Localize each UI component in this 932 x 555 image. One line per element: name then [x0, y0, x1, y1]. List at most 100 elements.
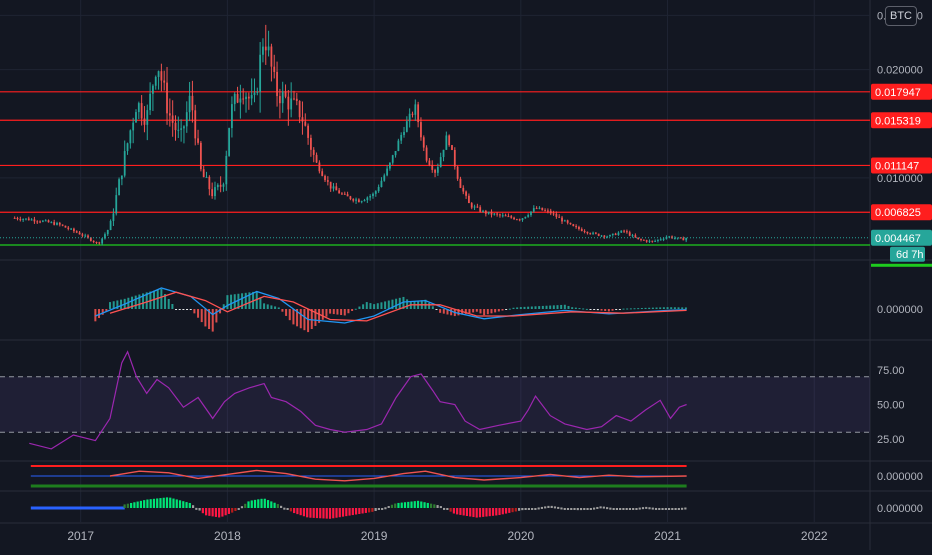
price-tick-label: 0.020000	[877, 65, 923, 77]
candle-body	[295, 98, 298, 101]
level-price-label: 0.006825	[875, 207, 921, 219]
candle-body	[239, 98, 242, 103]
candle-body	[214, 187, 216, 197]
candle-body	[487, 211, 490, 214]
macd-histogram-bar	[134, 295, 137, 309]
candle-body	[250, 95, 253, 99]
momentum-bar	[426, 502, 429, 508]
candle-body	[555, 213, 558, 217]
macd-histogram-bar	[637, 308, 640, 310]
macd-histogram-bar	[406, 299, 409, 309]
candle-body	[222, 184, 225, 187]
candle-body	[394, 151, 397, 156]
macd-histogram-bar	[332, 309, 335, 315]
candle-body	[44, 220, 47, 222]
candle-body	[205, 176, 208, 178]
candle-body	[19, 219, 22, 221]
candle-body	[191, 95, 194, 111]
macd-histogram-bar	[607, 309, 610, 312]
last-price-label: 0.004467	[875, 233, 921, 245]
macd-histogram-bar	[266, 304, 269, 309]
macd-histogram-bar	[486, 309, 489, 315]
macd-histogram-bar	[435, 309, 438, 310]
momentum-bar	[394, 503, 397, 508]
symbol-badge[interactable]: BTC	[885, 6, 917, 26]
candle-body	[453, 149, 456, 167]
chart-canvas[interactable]: 0.0250000.0200000.0100000.0179470.015319…	[0, 0, 932, 550]
candle-body	[341, 193, 343, 195]
candle-body	[420, 122, 422, 138]
candle-body	[575, 226, 578, 228]
momentum-bar	[671, 508, 674, 510]
macd-histogram-bar	[189, 309, 192, 310]
momentum-bar	[205, 508, 208, 516]
candle-body	[668, 236, 671, 238]
momentum-bar	[371, 508, 374, 512]
momentum-bar	[279, 505, 283, 508]
momentum-bar	[416, 500, 420, 508]
macd-histogram-bar	[655, 307, 658, 309]
momentum-bar	[465, 508, 469, 516]
candle-body	[558, 216, 561, 218]
candle-body	[657, 239, 659, 241]
candle-body	[594, 232, 597, 234]
momentum-bar	[527, 508, 530, 510]
momentum-bar	[403, 502, 407, 508]
macd-histogram-bar	[534, 306, 537, 309]
macd-histogram-bar	[387, 300, 390, 309]
momentum-bar	[182, 501, 185, 508]
momentum-bar	[579, 508, 583, 511]
candle-body	[685, 238, 688, 241]
candle-body	[30, 219, 33, 221]
macd-histogram-bar	[431, 306, 434, 309]
candle-body	[623, 230, 625, 232]
macd-histogram-bar	[563, 304, 566, 309]
candle-body	[33, 219, 36, 222]
candle-body	[417, 104, 420, 123]
macd-histogram-bar	[596, 309, 599, 311]
momentum-bar	[612, 508, 615, 510]
momentum-bar	[152, 498, 156, 508]
candle-body	[171, 115, 174, 123]
candle-body	[592, 232, 594, 234]
momentum-bar	[286, 508, 289, 510]
momentum-bar	[218, 508, 221, 518]
momentum-bar	[328, 508, 332, 519]
macd-histogram-bar	[556, 305, 559, 309]
candle-body	[140, 103, 143, 119]
candle-body	[535, 208, 538, 210]
momentum-bar	[247, 501, 250, 508]
momentum-bar	[263, 498, 266, 508]
candle-body	[628, 232, 631, 236]
momentum-bar	[273, 502, 276, 508]
candle-body	[273, 66, 276, 72]
candle-body	[372, 193, 374, 197]
candle-body	[405, 121, 408, 132]
candle-body	[611, 233, 614, 235]
candle-body	[549, 210, 552, 214]
momentum-bar	[332, 508, 335, 519]
macd-histogram-bar	[600, 309, 603, 311]
momentum-bar	[423, 502, 426, 508]
macd-histogram-bar	[365, 302, 368, 309]
candle-body	[566, 220, 569, 223]
momentum-bar	[231, 508, 234, 513]
momentum-bar	[677, 508, 680, 510]
candle-body	[335, 186, 338, 191]
x-axis-label: 2022	[801, 529, 828, 543]
momentum-bar	[573, 508, 576, 510]
momentum-bar	[178, 500, 182, 508]
x-axis-label: 2018	[214, 529, 241, 543]
candle-body	[349, 196, 352, 200]
macd-histogram-bar	[241, 293, 244, 309]
candle-body	[482, 210, 484, 212]
macd-histogram-bar	[182, 309, 185, 310]
momentum-bar	[384, 507, 387, 510]
momentum-bar	[139, 500, 143, 508]
momentum-bar	[475, 508, 478, 518]
candle-body	[614, 233, 617, 235]
momentum-bar	[645, 506, 648, 509]
momentum-bar	[625, 508, 628, 510]
candle-body	[527, 215, 530, 217]
candle-body	[682, 238, 685, 241]
